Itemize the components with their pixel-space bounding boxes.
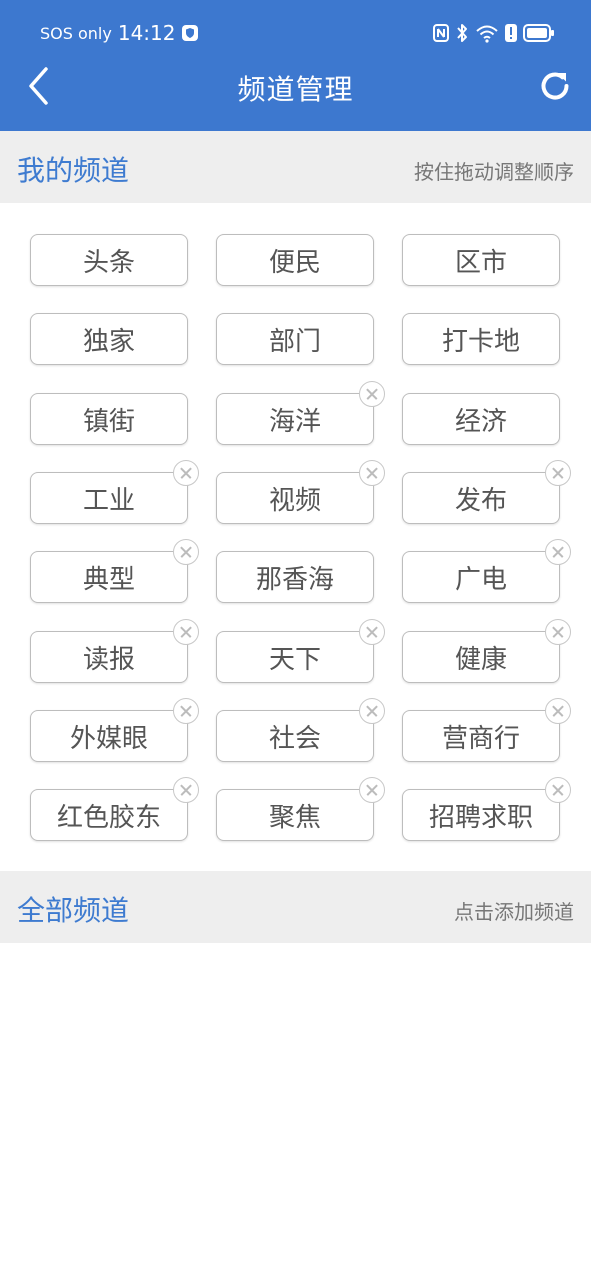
remove-channel-icon[interactable] [359,698,385,724]
channel-chip[interactable]: 红色胶东 [30,789,188,841]
channel-chip[interactable]: 那香海 [216,551,374,603]
remove-channel-icon[interactable] [173,460,199,486]
sos-text: SOS only [40,23,112,43]
remove-channel-icon[interactable] [545,539,571,565]
wifi-icon [476,25,498,43]
nfc-icon [433,24,449,42]
channel-chip[interactable]: 部门 [216,313,374,365]
all-channels-hint: 点击添加频道 [454,900,574,924]
remove-channel-icon[interactable] [173,539,199,565]
refresh-icon [541,72,569,100]
channel-chip[interactable]: 聚焦 [216,789,374,841]
channel-chip[interactable]: 读报 [30,631,188,683]
channel-chip-label: 便民 [268,247,321,278]
remove-channel-icon[interactable] [359,777,385,803]
channel-chip-label: 外媒眼 [69,723,148,754]
channel-chip-label: 区市 [454,247,507,278]
channel-chip[interactable]: 招聘求职 [402,789,560,841]
channel-chip-label: 打卡地 [441,326,520,357]
remove-channel-icon[interactable] [173,698,199,724]
channel-chip-label: 社会 [268,723,321,754]
channel-chip-label: 那香海 [255,564,334,595]
remove-channel-icon[interactable] [173,619,199,645]
channel-chip-label: 招聘求职 [428,802,533,833]
channel-chip[interactable]: 便民 [216,234,374,286]
my-channels-title: 我的频道 [17,154,130,187]
channel-chip-label: 镇街 [82,406,135,437]
channel-chip-label: 海洋 [268,406,321,437]
alert-icon [505,24,517,42]
channel-chip-label: 营商行 [441,723,520,754]
channel-chip[interactable]: 海洋 [216,393,374,445]
status-left: SOS only 14:12 [40,20,199,46]
channel-chip-label: 广电 [454,564,507,595]
channel-chip-label: 经济 [454,406,507,437]
channel-chip[interactable]: 镇街 [30,393,188,445]
my-channels-header: 我的频道 按住拖动调整顺序 [0,131,591,203]
nav-bar: 频道管理 [0,60,591,120]
channel-chip-label: 典型 [82,564,135,595]
channel-chip[interactable]: 经济 [402,393,560,445]
app-header: SOS only 14:12 频道管理 [0,0,591,131]
remove-channel-icon[interactable] [359,460,385,486]
refresh-button[interactable] [533,64,577,108]
channel-chip[interactable]: 视频 [216,472,374,524]
channel-chip[interactable]: 发布 [402,472,560,524]
all-channels-title: 全部频道 [17,894,130,927]
channel-chip[interactable]: 广电 [402,551,560,603]
channel-chip[interactable]: 头条 [30,234,188,286]
channel-chip[interactable]: 营商行 [402,710,560,762]
shield-icon [182,25,199,41]
channel-chip[interactable]: 天下 [216,631,374,683]
channel-chip-label: 部门 [268,326,321,357]
remove-channel-icon[interactable] [545,619,571,645]
channel-chip-label: 红色胶东 [56,802,161,833]
channel-chip[interactable]: 外媒眼 [30,710,188,762]
remove-channel-icon[interactable] [545,460,571,486]
channel-chip-label: 聚焦 [268,802,321,833]
clock: 14:12 [117,21,176,45]
remove-channel-icon[interactable] [359,381,385,407]
channel-chip[interactable]: 典型 [30,551,188,603]
channel-chip[interactable]: 区市 [402,234,560,286]
all-channels-header: 全部频道 点击添加频道 [0,871,591,943]
channel-chip[interactable]: 健康 [402,631,560,683]
channel-chip-label: 视频 [268,485,321,516]
page-title: 频道管理 [237,73,354,106]
my-channels-hint: 按住拖动调整顺序 [414,160,574,184]
bluetooth-icon [457,24,467,42]
channel-chip-label: 发布 [454,485,507,516]
channel-chip-label: 天下 [268,644,321,675]
channel-chip[interactable]: 社会 [216,710,374,762]
status-right [433,20,555,46]
remove-channel-icon[interactable] [545,698,571,724]
remove-channel-icon[interactable] [545,777,571,803]
channel-chip[interactable]: 独家 [30,313,188,365]
battery-icon [523,24,554,42]
remove-channel-icon[interactable] [359,619,385,645]
channel-chip-label: 健康 [454,644,507,675]
channel-chip-label: 读报 [82,644,135,675]
status-bar: SOS only 14:12 [0,0,591,66]
remove-channel-icon[interactable] [173,777,199,803]
channel-chip-label: 工业 [82,485,135,516]
channel-chip[interactable]: 工业 [30,472,188,524]
channel-chip-label: 独家 [82,326,135,357]
channel-chip[interactable]: 打卡地 [402,313,560,365]
channel-chip-label: 头条 [82,247,135,278]
